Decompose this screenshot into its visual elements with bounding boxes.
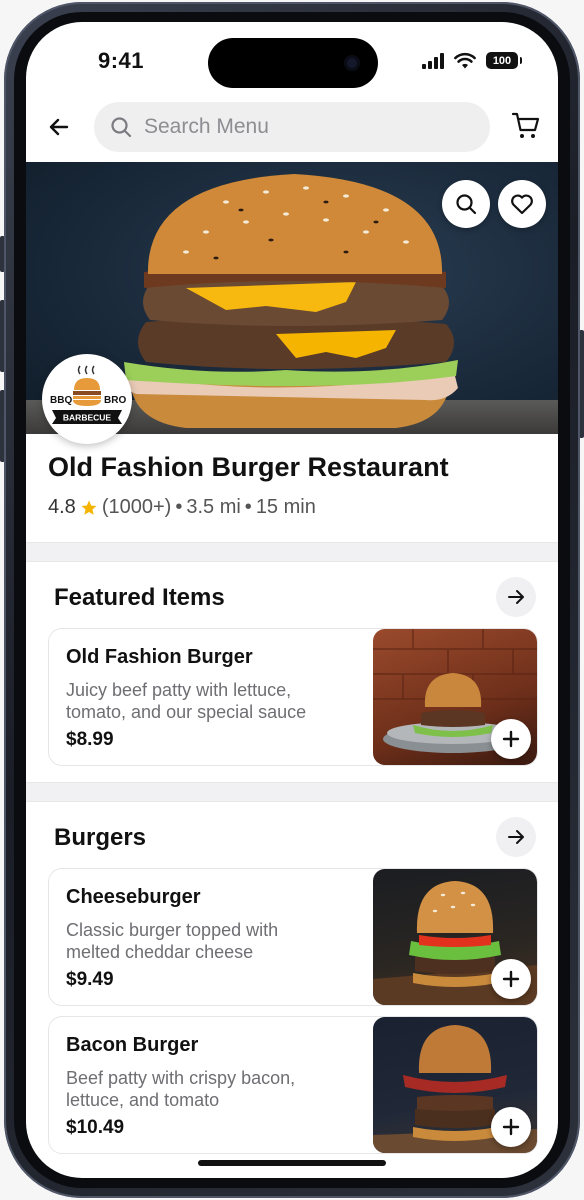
logo-ribbon-text: BARBECUE (63, 413, 112, 423)
search-icon (456, 194, 477, 215)
search-icon (110, 116, 132, 138)
meta-separator: • (244, 496, 252, 518)
menu-item-card[interactable]: Bacon Burger Beef patty with crispy baco… (48, 1016, 538, 1154)
wifi-icon (454, 52, 476, 69)
featured-see-all-button[interactable] (496, 577, 536, 617)
arrow-right-icon (508, 830, 524, 844)
add-to-cart-button[interactable] (491, 959, 531, 999)
status-time: 9:41 (98, 48, 145, 73)
search-input[interactable] (142, 114, 466, 140)
menu-item-card[interactable]: Old Fashion Burger Juicy beef patty with… (48, 628, 538, 766)
star-icon (80, 499, 98, 517)
plus-icon (502, 970, 520, 988)
menu-item-card[interactable]: Cheeseburger Classic burger topped with … (48, 868, 538, 1006)
favorite-button[interactable] (498, 180, 546, 228)
heart-icon (511, 194, 533, 215)
restaurant-logo: BBQ BRO BARBECUE (42, 354, 132, 444)
meta-separator: • (175, 496, 183, 518)
item-price: $9.49 (66, 969, 114, 990)
item-image (373, 629, 537, 765)
dynamic-island (208, 38, 378, 88)
back-button[interactable] (44, 112, 74, 142)
review-count: (1000+) (101, 496, 172, 518)
item-description: Juicy beef patty with lettuce, tomato, a… (66, 680, 307, 722)
hero-search-button[interactable] (442, 180, 490, 228)
item-image (373, 869, 537, 1005)
section-divider (26, 542, 558, 562)
home-indicator[interactable] (198, 1160, 386, 1166)
add-to-cart-button[interactable] (491, 719, 531, 759)
logo-text-right: BRO (104, 395, 126, 406)
item-price: $8.99 (66, 729, 114, 750)
status-icons: 100 (422, 52, 522, 69)
add-to-cart-button[interactable] (491, 1107, 531, 1147)
item-description: Classic burger topped with melted chedda… (66, 920, 279, 962)
item-price: $10.49 (66, 1117, 125, 1138)
battery-level: 100 (492, 54, 512, 67)
restaurant-name: Old Fashion Burger Restaurant (48, 452, 449, 482)
item-name: Cheeseburger (66, 886, 201, 908)
item-description: Beef patty with crispy bacon, lettuce, a… (66, 1068, 296, 1110)
cart-button[interactable] (510, 110, 542, 142)
front-camera (344, 55, 360, 71)
arrow-left-icon (49, 118, 69, 136)
battery-icon: 100 (486, 52, 522, 69)
section-title-featured: Featured Items (54, 584, 225, 611)
item-name: Bacon Burger (66, 1034, 199, 1056)
burgers-see-all-button[interactable] (496, 817, 536, 857)
plus-icon (502, 730, 520, 748)
item-name: Old Fashion Burger (66, 646, 253, 668)
section-title-burgers: Burgers (54, 824, 147, 851)
arrow-right-icon (508, 590, 524, 604)
cart-icon (511, 112, 540, 138)
app-screen: 9:41 100 Search Menu BBQ BRO BARBECUE Ol… (26, 22, 558, 1178)
section-divider (26, 782, 558, 802)
delivery-time: 15 min (255, 496, 316, 518)
distance: 3.5 mi (186, 496, 241, 518)
cellular-signal-icon (422, 52, 444, 69)
item-image (373, 1017, 537, 1153)
restaurant-meta: 4.8 (1000+) • 3.5 mi • 15 min (48, 496, 316, 519)
logo-text-left: BBQ (50, 395, 72, 406)
top-bar (26, 102, 558, 162)
status-bar: 9:41 100 (26, 22, 558, 102)
search-bar[interactable] (94, 102, 490, 152)
plus-icon (502, 1118, 520, 1136)
rating-value: 4.8 (48, 496, 76, 518)
